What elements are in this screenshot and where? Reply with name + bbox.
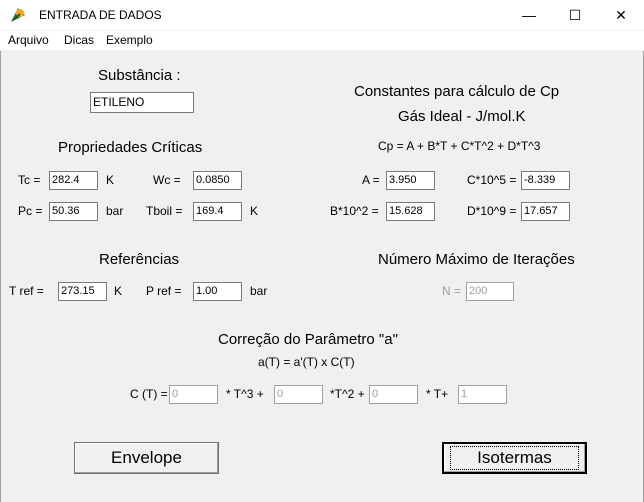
cp-formula: Cp = A + B*T + C*T^2 + D*T^3 [378, 139, 541, 153]
t2-label: *T^2 + [330, 387, 365, 401]
menu-dicas[interactable]: Dicas [64, 33, 94, 47]
pc-label: Pc = [18, 204, 43, 218]
menu-arquivo[interactable]: Arquivo [8, 33, 49, 47]
t1-label: * T+ [426, 387, 449, 401]
tboil-label: Tboil = [146, 204, 183, 218]
substance-label: Substância : [98, 67, 181, 84]
cp-title: Constantes para cálculo de Cp [354, 83, 560, 100]
window-controls: — ☐ ✕ [506, 0, 644, 30]
envelope-button[interactable]: Envelope [74, 442, 219, 474]
tc-label: Tc = [18, 173, 41, 187]
wc-label: Wc = [153, 173, 181, 187]
a-label: A = [362, 173, 380, 187]
c1-input: 0 [369, 385, 418, 404]
tc-input[interactable]: 282.4 [49, 171, 98, 190]
tref-unit: K [114, 284, 123, 298]
c-label: C*10^5 = [467, 173, 517, 187]
c2-input: 0 [274, 385, 323, 404]
c3-input: 0 [169, 385, 218, 404]
t3-label: * T^3 + [226, 387, 264, 401]
maximize-icon: ☐ [568, 6, 582, 23]
pref-input[interactable]: 1.00 [193, 282, 242, 301]
correction-title: Correção do Parâmetro "a" [218, 331, 398, 348]
d-input[interactable]: 17.657 [521, 202, 570, 221]
window-title: ENTRADA DE DADOS [39, 8, 162, 22]
tref-label: T ref = [9, 284, 44, 298]
tboil-input[interactable]: 169.4 [193, 202, 242, 221]
minimize-icon: — [522, 7, 536, 23]
c-input[interactable]: -8.339 [521, 171, 570, 190]
d-label: D*10^9 = [467, 204, 517, 218]
close-icon: ✕ [615, 6, 627, 23]
form-area: Substância : ETILENO Constantes para cál… [0, 51, 644, 502]
menu-bar: Arquivo Dicas Exemplo [0, 31, 644, 51]
app-icon [11, 8, 25, 22]
correction-formula: a(T) = a'(T) x C(T) [258, 355, 355, 369]
close-button[interactable]: ✕ [598, 0, 644, 30]
critical-title: Propriedades Críticas [58, 139, 203, 156]
cp-subtitle: Gás Ideal - J/mol.K [398, 108, 526, 125]
a-input[interactable]: 3.950 [386, 171, 435, 190]
tboil-unit: K [250, 204, 259, 218]
tc-unit: K [106, 173, 115, 187]
maximize-button[interactable]: ☐ [552, 0, 598, 30]
isotermas-button[interactable]: Isotermas [442, 442, 587, 474]
envelope-button-label: Envelope [111, 448, 182, 467]
iter-title: Número Máximo de Iterações [378, 251, 575, 268]
ct-label: C (T) = [130, 387, 168, 401]
pc-unit: bar [106, 204, 124, 218]
tref-input[interactable]: 273.15 [58, 282, 107, 301]
b-label: B*10^2 = [330, 204, 379, 218]
n-input: 200 [466, 282, 514, 301]
wc-input[interactable]: 0.0850 [193, 171, 242, 190]
pc-input[interactable]: 50.36 [49, 202, 98, 221]
isotermas-button-label: Isotermas [450, 446, 579, 470]
minimize-button[interactable]: — [506, 0, 552, 30]
c0-input: 1 [458, 385, 507, 404]
n-label: N = [442, 284, 462, 298]
substance-input[interactable]: ETILENO [90, 92, 194, 113]
pref-label: P ref = [146, 284, 182, 298]
refs-title: Referências [99, 251, 180, 268]
pref-unit: bar [250, 284, 268, 298]
menu-exemplo[interactable]: Exemplo [106, 33, 153, 47]
b-input[interactable]: 15.628 [386, 202, 435, 221]
title-bar: ENTRADA DE DADOS — ☐ ✕ [0, 0, 644, 30]
